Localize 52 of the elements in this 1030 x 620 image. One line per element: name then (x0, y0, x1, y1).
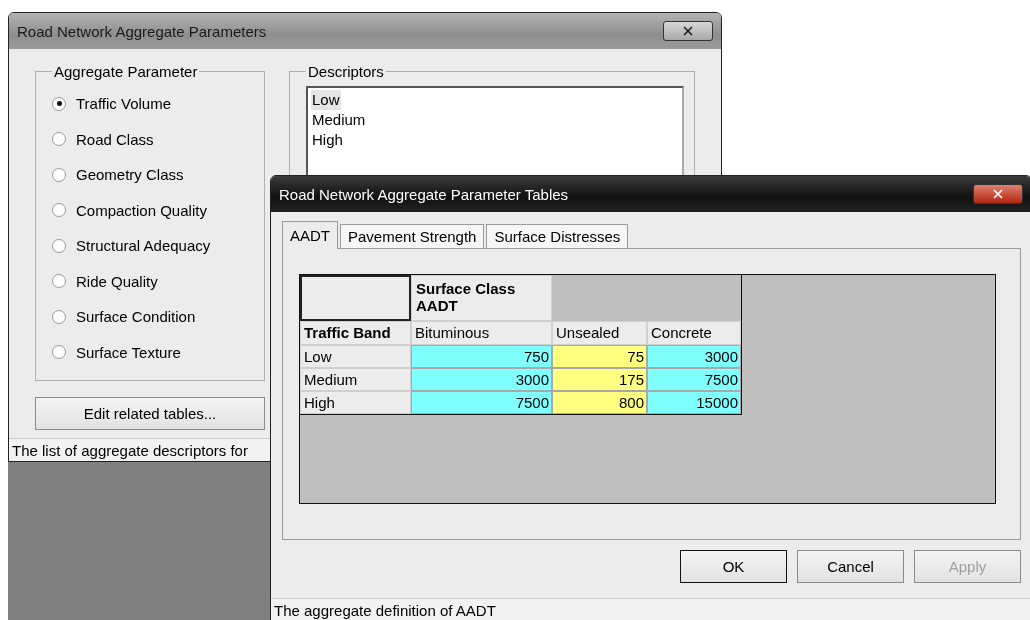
tab[interactable]: AADT (282, 221, 338, 249)
radio-label[interactable]: Surface Condition (76, 308, 196, 326)
table-cell: 3000 (647, 345, 741, 368)
radio-label[interactable]: Structural Adequacy (76, 237, 211, 255)
column-header: Unsealed (552, 321, 647, 345)
row-header-title: Traffic Band (300, 321, 411, 345)
radio-label[interactable]: Ride Quality (76, 272, 158, 290)
close-button[interactable] (663, 21, 713, 41)
tab[interactable]: Pavement Strength (340, 224, 485, 248)
table-cell: 15000 (647, 391, 741, 414)
radio-button[interactable] (52, 309, 66, 324)
list-item[interactable]: Medium (311, 110, 367, 130)
tab[interactable]: Surface Distresses (486, 224, 629, 248)
radio-button[interactable] (52, 203, 66, 218)
close-icon (681, 24, 695, 38)
window-title: Road Network Aggregate Parameter Tables (279, 185, 569, 203)
table-cell: 7500 (647, 368, 741, 391)
column-group-header: Surface Class AADT (411, 275, 552, 321)
radio-button[interactable] (52, 345, 66, 360)
radio-label[interactable]: Traffic Volume (76, 95, 172, 113)
radio-label[interactable]: Geometry Class (76, 166, 184, 184)
close-icon (991, 187, 1005, 201)
radio-label[interactable]: Compaction Quality (76, 201, 207, 219)
column-header: Concrete (647, 321, 741, 345)
close-button[interactable] (973, 184, 1023, 204)
radio-label[interactable]: Surface Texture (76, 343, 181, 361)
table-cell: 750 (411, 345, 552, 368)
radio-button[interactable] (52, 274, 66, 289)
radio-button[interactable] (52, 132, 66, 147)
dialog-button[interactable]: OK (680, 550, 787, 583)
group-label: Descriptors (307, 63, 385, 80)
status-text: The list of aggregate descriptors for (12, 441, 248, 459)
list-item[interactable]: High (311, 130, 344, 150)
row-header: Low (300, 345, 411, 368)
radio-button[interactable] (52, 238, 66, 253)
table-cell: 3000 (411, 368, 552, 391)
table-cell: 75 (552, 345, 647, 368)
list-item[interactable]: Low (311, 90, 341, 110)
dialog-button[interactable]: Cancel (797, 550, 904, 583)
radio-label[interactable]: Road Class (76, 130, 154, 148)
group-label: Aggregate Parameter (53, 63, 199, 80)
edit-tables-button[interactable]: Edit related tables... (35, 397, 265, 430)
column-header: Bituminous (411, 321, 552, 345)
window-title: Road Network Aggregate Parameters (17, 22, 267, 40)
radio-button[interactable] (52, 96, 66, 111)
table-cell: 7500 (411, 391, 552, 414)
table-cell: 175 (552, 368, 647, 391)
row-header: High (300, 391, 411, 414)
radio-button[interactable] (52, 167, 66, 182)
table-cell: 800 (552, 391, 647, 414)
row-header: Medium (300, 368, 411, 391)
status-text: The aggregate definition of AADT (274, 601, 496, 619)
